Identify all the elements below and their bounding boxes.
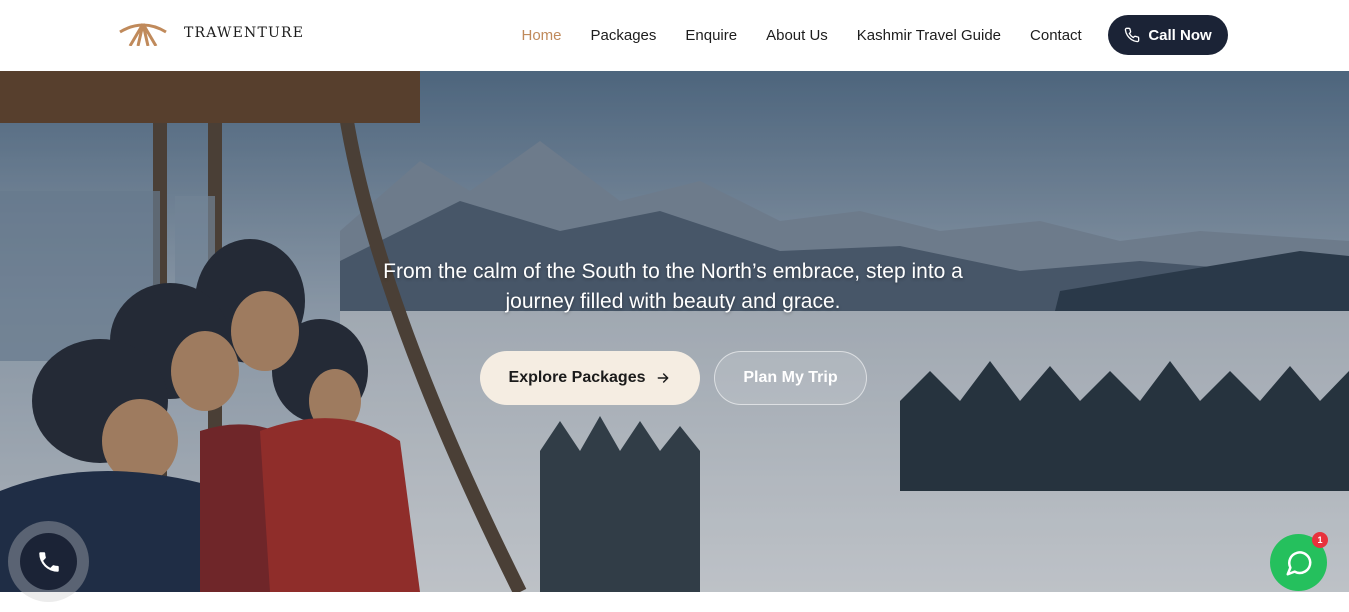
whatsapp-chat-icon bbox=[1286, 550, 1312, 575]
site-header: TRAWENTURE Home Packages Enquire About U… bbox=[0, 0, 1349, 71]
phone-icon bbox=[1125, 27, 1140, 43]
explore-packages-label: Explore Packages bbox=[508, 369, 646, 386]
plan-my-trip-button[interactable]: Plan My Trip bbox=[714, 351, 867, 405]
nav-contact[interactable]: Contact bbox=[1016, 27, 1097, 44]
whatsapp-notification-badge: 1 bbox=[1312, 532, 1328, 548]
brand-logo[interactable]: TRAWENTURE bbox=[118, 20, 304, 46]
main-nav: Home Packages Enquire About Us Kashmir T… bbox=[507, 0, 1096, 71]
explore-packages-button[interactable]: Explore Packages bbox=[480, 351, 700, 405]
hero-dim-overlay bbox=[0, 71, 1349, 592]
hero-tagline: From the calm of the South to the North’… bbox=[383, 260, 963, 313]
nav-packages[interactable]: Packages bbox=[576, 27, 671, 44]
nav-kashmir-travel-guide[interactable]: Kashmir Travel Guide bbox=[842, 27, 1015, 44]
arrow-right-icon bbox=[658, 373, 669, 383]
floating-call-button[interactable] bbox=[20, 533, 77, 590]
brand-mark-icon bbox=[119, 23, 167, 46]
call-now-label: Call Now bbox=[1148, 26, 1212, 44]
nav-home[interactable]: Home bbox=[507, 27, 576, 44]
nav-about-us[interactable]: About Us bbox=[752, 27, 843, 44]
nav-enquire[interactable]: Enquire bbox=[671, 27, 752, 44]
brand-name: TRAWENTURE bbox=[184, 25, 305, 41]
call-now-button[interactable]: Call Now bbox=[1108, 15, 1228, 55]
hero-banner: From the calm of the South to the North’… bbox=[0, 71, 1349, 592]
phone-icon bbox=[38, 551, 59, 572]
plan-my-trip-label: Plan My Trip bbox=[743, 369, 838, 386]
